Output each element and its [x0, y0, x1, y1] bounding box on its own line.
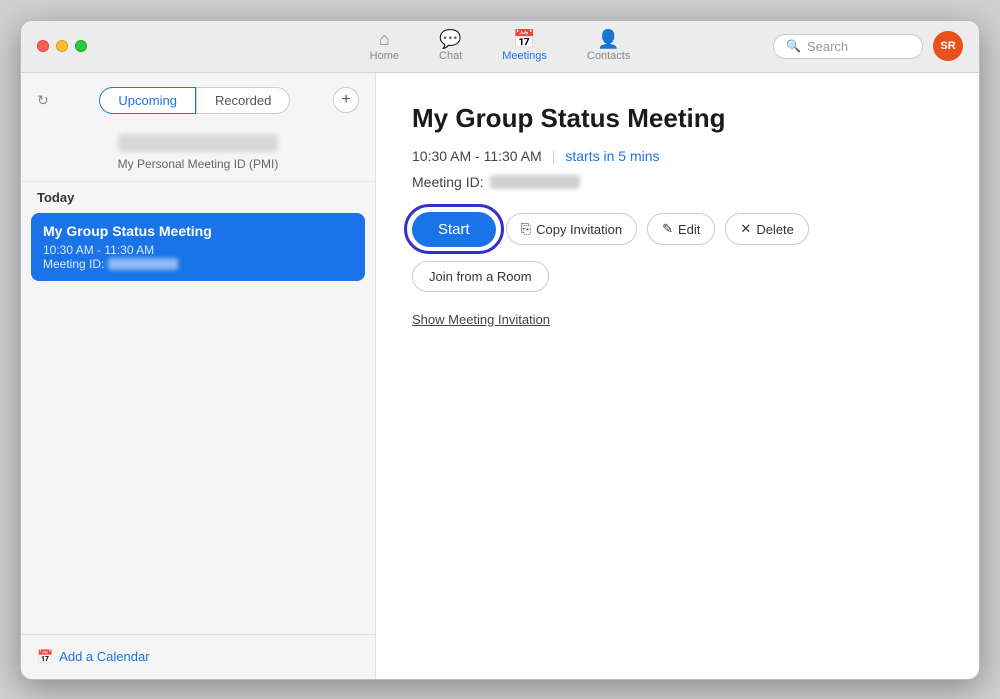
meeting-item-time: 10:30 AM - 11:30 AM: [43, 243, 353, 257]
contacts-icon: 👤: [597, 30, 619, 48]
join-from-room-button[interactable]: Join from a Room: [412, 261, 549, 292]
maximize-button[interactable]: [75, 40, 87, 52]
start-button[interactable]: Start: [412, 212, 496, 247]
home-icon: ⌂: [379, 30, 390, 48]
copy-invitation-label: Copy Invitation: [536, 222, 622, 237]
show-meeting-invitation-link[interactable]: Show Meeting Invitation: [412, 312, 550, 327]
chat-icon: 💬: [439, 30, 461, 48]
add-calendar-label: Add a Calendar: [59, 649, 149, 664]
actions-row: Start ⎘ Copy Invitation ✎ Edit ✕ Delete: [412, 212, 943, 247]
add-calendar-button[interactable]: 📅 Add a Calendar: [21, 634, 375, 679]
traffic-lights: [37, 40, 87, 52]
content-panel: My Group Status Meeting 10:30 AM - 11:30…: [376, 73, 979, 679]
starts-in-text: starts in 5 mins: [565, 148, 659, 164]
minimize-button[interactable]: [56, 40, 68, 52]
meeting-time-row: 10:30 AM - 11:30 AM | starts in 5 mins: [412, 148, 943, 164]
meeting-id-label-content: Meeting ID:: [412, 174, 484, 190]
main-layout: ↻ Upcoming Recorded + My Personal Meetin…: [21, 73, 979, 679]
tab-home[interactable]: ⌂ Home: [350, 26, 419, 66]
refresh-button[interactable]: ↻: [37, 92, 49, 109]
meeting-id-label: Meeting ID:: [43, 257, 104, 271]
meeting-item-title: My Group Status Meeting: [43, 223, 353, 239]
sidebar: ↻ Upcoming Recorded + My Personal Meetin…: [21, 73, 376, 679]
tab-upcoming[interactable]: Upcoming: [99, 87, 196, 114]
tab-meetings-label: Meetings: [502, 50, 547, 62]
tab-chat[interactable]: 💬 Chat: [419, 26, 482, 66]
copy-icon: ⎘: [521, 221, 531, 237]
app-window: ⌂ Home 💬 Chat 📅 Meetings 👤 Contacts 🔍 Se…: [20, 20, 980, 680]
pmi-item[interactable]: My Personal Meeting ID (PMI): [21, 124, 375, 182]
tab-meetings[interactable]: 📅 Meetings: [482, 26, 567, 66]
delete-button[interactable]: ✕ Delete: [725, 213, 808, 245]
tab-buttons: Upcoming Recorded: [99, 87, 290, 114]
sidebar-header: ↻ Upcoming Recorded +: [21, 73, 375, 124]
pmi-id-blurred: [118, 134, 278, 152]
edit-icon: ✎: [662, 221, 673, 237]
meeting-list-item[interactable]: My Group Status Meeting 10:30 AM - 11:30…: [31, 213, 365, 281]
calendar-icon: 📅: [37, 649, 53, 665]
tab-contacts-label: Contacts: [587, 50, 630, 62]
section-today: Today: [21, 182, 375, 209]
avatar-initials: SR: [940, 40, 955, 52]
meeting-time-range: 10:30 AM - 11:30 AM: [412, 148, 542, 164]
time-divider: |: [552, 148, 556, 164]
meeting-id-value-blurred: [490, 175, 580, 189]
start-button-wrapper: Start: [412, 212, 496, 247]
meeting-id-row: Meeting ID:: [412, 174, 943, 190]
delete-label: Delete: [756, 222, 794, 237]
close-button[interactable]: [37, 40, 49, 52]
edit-label: Edit: [678, 222, 700, 237]
search-area: 🔍 Search SR: [773, 31, 963, 61]
tab-contacts[interactable]: 👤 Contacts: [567, 26, 650, 66]
avatar[interactable]: SR: [933, 31, 963, 61]
search-placeholder: Search: [807, 39, 848, 54]
edit-button[interactable]: ✎ Edit: [647, 213, 715, 245]
delete-icon: ✕: [740, 221, 751, 237]
pmi-label: My Personal Meeting ID (PMI): [118, 157, 279, 171]
tab-home-label: Home: [370, 50, 399, 62]
search-icon: 🔍: [786, 39, 801, 53]
tab-recorded[interactable]: Recorded: [196, 87, 290, 114]
nav-tabs: ⌂ Home 💬 Chat 📅 Meetings 👤 Contacts: [350, 26, 651, 66]
titlebar: ⌂ Home 💬 Chat 📅 Meetings 👤 Contacts 🔍 Se…: [21, 21, 979, 73]
meetings-icon: 📅: [513, 30, 535, 48]
search-box[interactable]: 🔍 Search: [773, 34, 923, 59]
tab-chat-label: Chat: [439, 50, 462, 62]
copy-invitation-button[interactable]: ⎘ Copy Invitation: [506, 213, 637, 245]
meeting-id-blurred: [108, 258, 178, 270]
add-meeting-button[interactable]: +: [333, 87, 359, 113]
meeting-item-id: Meeting ID:: [43, 257, 353, 271]
meeting-title: My Group Status Meeting: [412, 103, 943, 134]
secondary-actions-row: Join from a Room: [412, 261, 943, 292]
